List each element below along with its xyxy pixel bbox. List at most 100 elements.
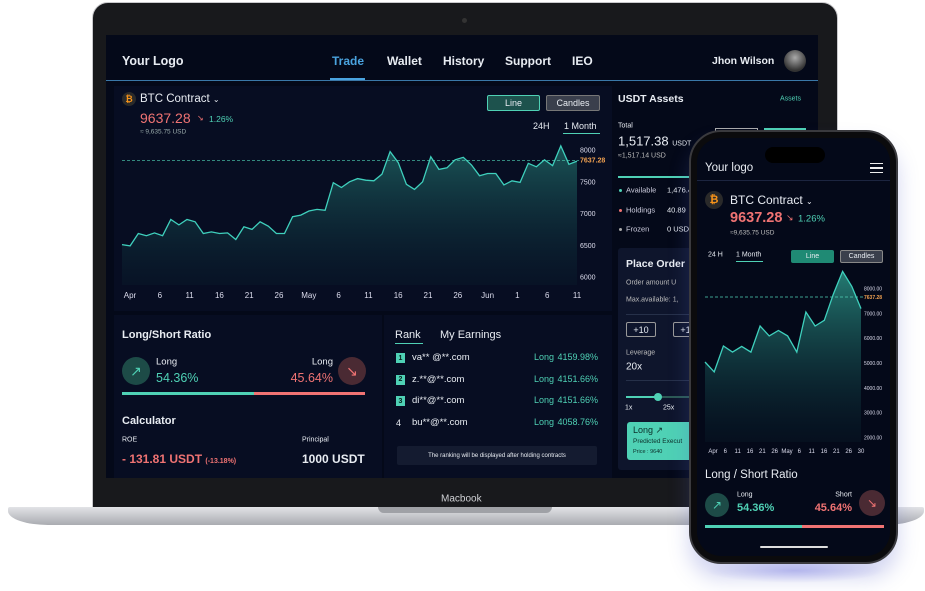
x-tick-label: 21: [759, 449, 766, 455]
assets-title: USDT Assets: [618, 93, 684, 105]
predicted-label: Predicted Execut: [633, 438, 683, 445]
price: 9637.28: [140, 110, 191, 126]
x-tick-label: 11: [735, 449, 742, 455]
price-change: 1.26%: [209, 114, 234, 124]
pair-name: BTC Contract: [140, 93, 210, 105]
mobile-candles-button[interactable]: Candles: [840, 250, 883, 263]
y-tick-label: 3000.00: [864, 411, 882, 417]
order-amount-label: Order amount U: [626, 279, 677, 287]
mobile-pair-selector[interactable]: BTC Contract ⌄: [730, 193, 813, 207]
y-tick-label: 7000: [580, 211, 596, 218]
slider-mid: 25x: [663, 404, 675, 412]
bullet-icon: [619, 228, 622, 231]
x-tick-label: Jun: [481, 291, 494, 300]
mobile-change: 1.26%: [798, 213, 825, 225]
arrow-down-right-icon: ↘: [786, 212, 794, 223]
pair-selector[interactable]: BTC Contract ⌄: [140, 93, 220, 105]
rank-row[interactable]: 3 di**@**.com Long 4151.66%: [396, 394, 598, 408]
logo[interactable]: Your Logo: [122, 54, 184, 68]
rank-user: z.**@**.com: [412, 373, 465, 385]
tab-my-earnings[interactable]: My Earnings: [440, 329, 501, 341]
roe-value: - 131.81 USDT: [122, 452, 203, 466]
mobile-logo[interactable]: Your logo: [705, 162, 753, 174]
hamburger-menu-icon[interactable]: [870, 163, 883, 173]
rank-percent: 4151.66%: [557, 395, 598, 406]
x-tick-label: 26: [275, 291, 284, 300]
mobile-price-usd: ≈9,635.75 USD: [730, 229, 775, 237]
tab-support[interactable]: Support: [505, 54, 551, 68]
laptop-label: Macbook: [441, 493, 482, 505]
roe-label: ROE: [122, 436, 138, 444]
long-value: 54.36%: [156, 371, 199, 385]
range-1-month[interactable]: 1 Month: [564, 121, 597, 131]
price-chart[interactable]: 7637.2880007500700065006000Apr 6 11 16 21 26 M…: [106, 140, 616, 310]
rank-percent: 4159.98%: [557, 352, 598, 362]
candles-view-button[interactable]: Candles: [546, 95, 600, 111]
asset-value: 0 USD: [667, 224, 690, 234]
tab-history[interactable]: History: [443, 54, 484, 68]
mobile-long-label: Long: [737, 491, 753, 499]
line-view-button[interactable]: Line: [487, 95, 540, 111]
x-tick-label: 16: [747, 449, 754, 455]
rank-position: 4: [396, 418, 402, 429]
rank-side: Long: [533, 417, 554, 428]
current-price-label: 7637.28: [864, 295, 882, 301]
y-tick-label: 7000.00: [864, 311, 882, 317]
x-tick-label: 6: [158, 291, 163, 300]
plus-10-button[interactable]: +10: [626, 322, 656, 337]
dynamic-island: [765, 147, 825, 163]
rank-side: Long: [533, 373, 554, 384]
max-available: Max.available: 1,: [626, 296, 679, 304]
nav-divider: [106, 80, 818, 81]
trend-up-icon: ↗: [122, 357, 150, 385]
x-tick-label: 11: [364, 291, 373, 300]
home-indicator[interactable]: [760, 546, 828, 548]
tab-ieo[interactable]: IEO: [572, 54, 593, 68]
rank-row[interactable]: 1 va** @**.com Long 4159.98%: [396, 351, 598, 365]
rank-user: va** @**.com: [412, 352, 470, 363]
tab-wallet[interactable]: Wallet: [387, 54, 422, 68]
roe-percent: (-13.18%): [205, 458, 237, 465]
long-label: Long: [156, 356, 178, 368]
total-label: Total: [618, 122, 633, 130]
x-tick-label: May: [781, 449, 792, 455]
mobile-range-24h[interactable]: 24 H: [708, 252, 723, 259]
bitcoin-icon: ₿: [122, 92, 136, 106]
x-tick-label: 11: [573, 291, 582, 300]
avatar[interactable]: [784, 50, 806, 72]
y-tick-label: 8000.00: [864, 287, 882, 293]
rank-row[interactable]: 2 z.**@**.com Long 4151.66%: [396, 373, 598, 387]
user-name[interactable]: Jhon Wilson: [712, 55, 774, 67]
y-tick-label: 6500: [580, 243, 596, 250]
range-24h[interactable]: 24H: [533, 121, 550, 131]
predicted-price: Price : 9640: [633, 449, 663, 455]
long-order-label: Long: [633, 425, 654, 435]
asset-label: Holdings: [626, 205, 656, 214]
tab-trade[interactable]: Trade: [332, 54, 364, 68]
mobile-range-1-month[interactable]: 1 Month: [736, 252, 761, 259]
x-tick-label: 16: [394, 291, 403, 300]
tab-rank[interactable]: Rank: [395, 329, 421, 341]
chevron-down-icon: ⌄: [806, 197, 813, 206]
x-tick-label: May: [301, 291, 316, 300]
mobile-line-button[interactable]: Line: [791, 250, 834, 263]
slider-handle[interactable]: [654, 393, 662, 401]
ratio-bar-long: [122, 392, 255, 395]
x-tick-label: 16: [215, 291, 224, 300]
bullet-icon: [619, 189, 622, 192]
rank-row[interactable]: 4 bu**@**.com Long 4058.76%: [396, 416, 598, 430]
mobile-price-chart[interactable]: 7637.28 8000.00 7000.00 6000.00 5000.00 4000.…: [697, 270, 890, 460]
rank-user: bu**@**.com: [412, 417, 468, 429]
trend-up-icon: ↗: [655, 425, 664, 435]
current-price-label: 7637.28: [580, 157, 605, 164]
divider: [697, 180, 890, 181]
range-active-indicator: [736, 261, 763, 262]
laptop-notch: [378, 507, 552, 513]
assets-link[interactable]: Assets: [780, 96, 801, 103]
y-tick-label: 7500: [580, 179, 596, 186]
chart-area: [122, 145, 577, 285]
y-tick-label: 8000: [580, 148, 596, 155]
leverage-label: Leverage: [626, 349, 656, 357]
mobile-price: 9637.28: [730, 210, 783, 226]
chevron-down-icon: ⌄: [212, 95, 220, 104]
